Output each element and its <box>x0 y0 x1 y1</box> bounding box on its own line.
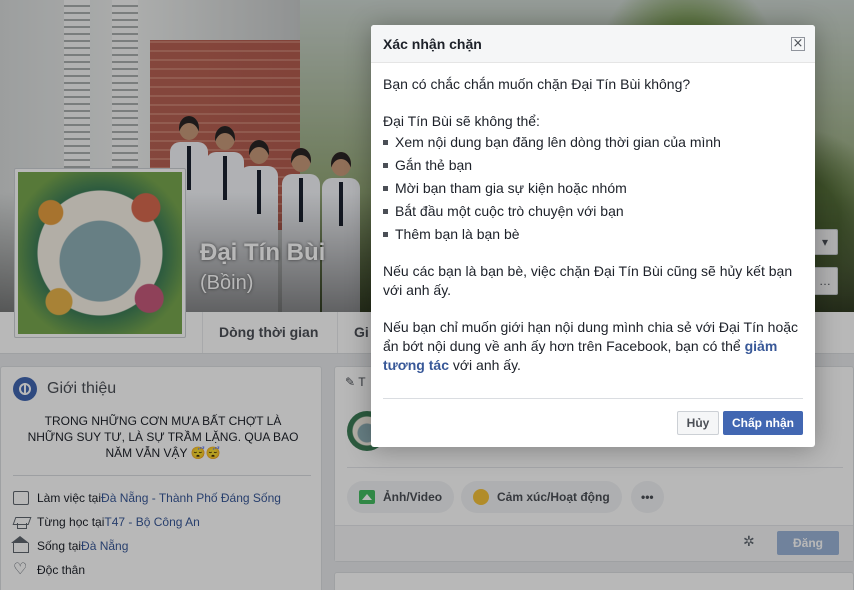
dialog-question: Bạn có chắc chắn muốn chặn Đại Tín Bùi k… <box>383 76 691 92</box>
dialog-footer-divider <box>383 398 803 399</box>
dialog-limit-note-text: Nếu bạn chỉ muốn giới hạn nội dung mình … <box>383 319 799 354</box>
list-item: Xem nội dung bạn đăng lên dòng thời gian… <box>383 131 803 154</box>
list-item: Gắn thẻ bạn <box>383 154 803 177</box>
list-item: Mời bạn tham gia sự kiện hoặc nhóm <box>383 177 803 200</box>
cancel-button[interactable]: Hủy <box>677 411 719 435</box>
dialog-restrictions-list: Xem nội dung bạn đăng lên dòng thời gian… <box>383 131 803 246</box>
list-item: Thêm bạn là bạn bè <box>383 223 803 246</box>
list-item: Bắt đầu một cuộc trò chuyện với bạn <box>383 200 803 223</box>
block-confirm-dialog: Xác nhận chặn × Bạn có chắc chắn muốn ch… <box>371 25 815 447</box>
confirm-block-button[interactable]: Chấp nhận <box>723 411 803 435</box>
dialog-limit-note: Nếu bạn chỉ muốn giới hạn nội dung mình … <box>383 318 803 375</box>
dialog-title: Xác nhận chặn <box>383 36 482 52</box>
dialog-header: Xác nhận chặn × <box>371 25 815 63</box>
dialog-friend-note: Nếu các bạn là bạn bè, việc chặn Đại Tín… <box>383 263 793 298</box>
dialog-body: Bạn có chắc chắn muốn chặn Đại Tín Bùi k… <box>383 75 803 375</box>
dialog-cannot-intro: Đại Tín Bùi sẽ không thể: <box>383 113 540 129</box>
close-icon[interactable]: × <box>791 37 805 51</box>
dialog-limit-note-end: với anh ấy. <box>448 357 521 373</box>
